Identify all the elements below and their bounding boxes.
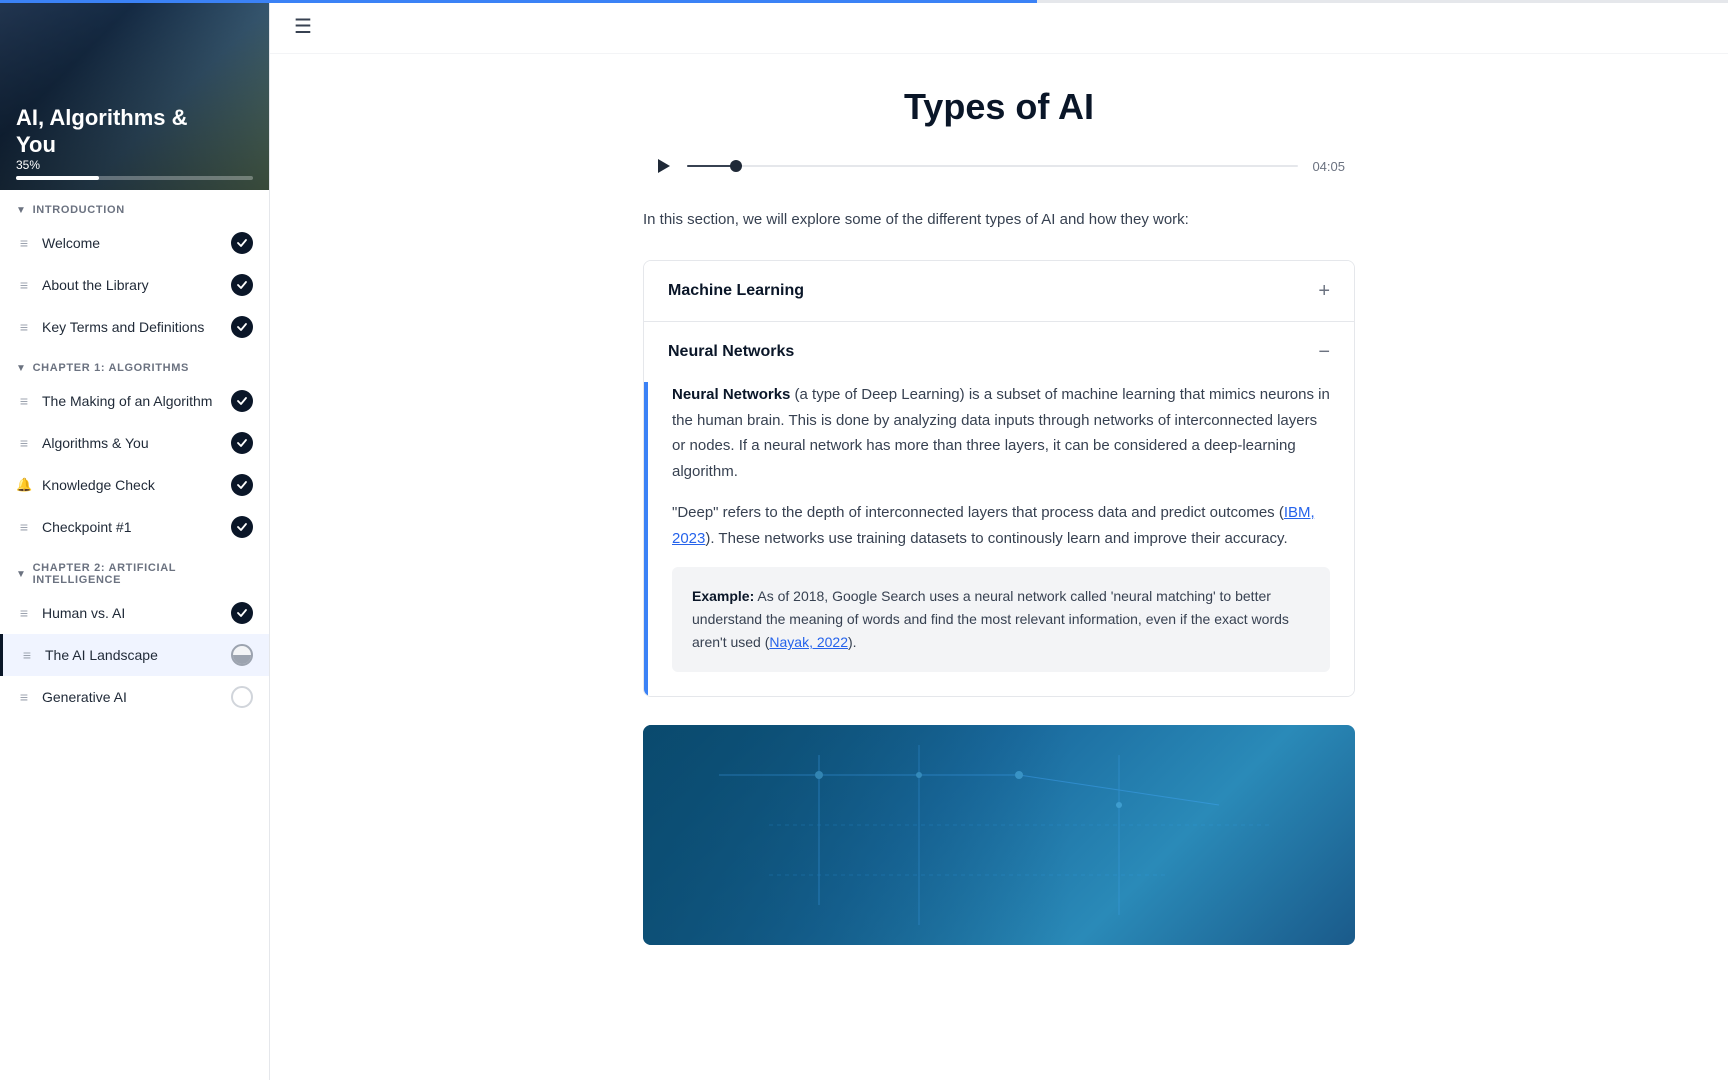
neural-networks-bold-term: Neural Networks — [672, 386, 790, 403]
audio-progress-container[interactable] — [687, 165, 1298, 167]
sidebar-section-chapter1[interactable]: ▼ CHAPTER 1: ALGORITHMS — [0, 348, 269, 380]
partial-check-icon — [231, 644, 253, 666]
menu-icon: ≡ — [16, 235, 32, 251]
sidebar-item-ai-landscape[interactable]: ≡ The AI Landscape — [0, 634, 269, 676]
top-progress-fill — [270, 0, 1037, 3]
example-text: Example: As of 2018, Google Search uses … — [692, 585, 1310, 654]
sidebar-course-title: AI, Algorithms & You — [16, 105, 188, 158]
sidebar-item-key-terms[interactable]: ≡ Key Terms and Definitions — [0, 306, 269, 348]
neural-networks-para-2: "Deep" refers to the depth of interconne… — [672, 500, 1330, 551]
audio-player[interactable]: 04:05 — [643, 156, 1355, 176]
page-title: Types of AI — [643, 86, 1355, 128]
accordion-title-neural-networks: Neural Networks — [668, 343, 794, 361]
accordion-title-machine-learning: Machine Learning — [668, 282, 804, 300]
chevron-down-icon: ▼ — [16, 363, 27, 374]
intro-text: In this section, we will explore some of… — [643, 208, 1355, 232]
accordion: Machine Learning + Neural Networks − Neu… — [643, 260, 1355, 697]
ibm-citation-link[interactable]: IBM, 2023 — [672, 504, 1315, 547]
accordion-item-machine-learning: Machine Learning + — [644, 261, 1354, 322]
sidebar-item-about-library[interactable]: ≡ About the Library — [0, 264, 269, 306]
sidebar-progress-bar-bg — [16, 176, 253, 180]
check-icon — [231, 232, 253, 254]
sidebar-section-introduction[interactable]: ▼ INTRODUCTION — [0, 190, 269, 222]
content-image — [643, 725, 1355, 945]
menu-icon: ≡ — [16, 689, 32, 705]
accordion-item-neural-networks: Neural Networks − Neural Networks (a typ… — [644, 322, 1354, 696]
check-icon — [231, 516, 253, 538]
audio-progress-thumb[interactable] — [730, 160, 742, 172]
check-icon — [231, 390, 253, 412]
sidebar-hero: AI, Algorithms & You 35% — [0, 0, 269, 190]
menu-icon: ≡ — [16, 519, 32, 535]
check-icon — [231, 474, 253, 496]
sidebar-progress-bar-fill — [16, 176, 99, 180]
accordion-header-machine-learning[interactable]: Machine Learning + — [644, 261, 1354, 321]
sidebar-item-generative-ai[interactable]: ≡ Generative AI — [0, 676, 269, 718]
menu-icon: ≡ — [16, 319, 32, 335]
content-body: Types of AI 04:05 In this section, we wi… — [619, 54, 1379, 1005]
chevron-down-icon: ▼ — [16, 569, 27, 580]
check-icon — [231, 274, 253, 296]
menu-icon: ≡ — [19, 647, 35, 663]
expand-icon: + — [1318, 281, 1330, 301]
sidebar-item-making-algorithm[interactable]: ≡ The Making of an Algorithm — [0, 380, 269, 422]
example-label: Example: — [692, 588, 754, 604]
neural-networks-para-1: Neural Networks (a type of Deep Learning… — [672, 382, 1330, 484]
sidebar: AI, Algorithms & You 35% ▼ INTRODUCTION … — [0, 0, 270, 1080]
check-icon — [231, 316, 253, 338]
accordion-body-neural-networks: Neural Networks (a type of Deep Learning… — [644, 382, 1354, 696]
nayak-citation-link[interactable]: Nayak, 2022 — [769, 634, 848, 650]
menu-icon: ≡ — [16, 435, 32, 451]
sidebar-item-human-vs-ai[interactable]: ≡ Human vs. AI — [0, 592, 269, 634]
chevron-down-icon: ▼ — [16, 205, 27, 216]
sidebar-item-checkpoint1[interactable]: ≡ Checkpoint #1 — [0, 506, 269, 548]
empty-check-icon — [231, 686, 253, 708]
topbar: ☰ — [270, 0, 1728, 54]
accordion-header-neural-networks[interactable]: Neural Networks − — [644, 322, 1354, 382]
top-progress-bar — [270, 0, 1728, 3]
main-content-area: ☰ Types of AI 04:05 In this section, we … — [270, 0, 1728, 1080]
hamburger-icon[interactable]: ☰ — [294, 14, 312, 39]
sidebar-progress: 35% — [16, 158, 253, 180]
sidebar-item-algorithms-you[interactable]: ≡ Algorithms & You — [0, 422, 269, 464]
audio-progress-fill — [687, 165, 736, 167]
audio-progress-track[interactable] — [687, 165, 1298, 167]
check-icon — [231, 432, 253, 454]
menu-icon: ≡ — [16, 277, 32, 293]
play-button[interactable] — [653, 156, 673, 176]
example-box: Example: As of 2018, Google Search uses … — [672, 567, 1330, 672]
sidebar-section-chapter2[interactable]: ▼ CHAPTER 2: ARTIFICIAL INTELLIGENCE — [0, 548, 269, 592]
menu-icon: ≡ — [16, 605, 32, 621]
sidebar-progress-label: 35% — [16, 158, 253, 172]
audio-time: 04:05 — [1312, 159, 1345, 174]
bell-icon: 🔔 — [16, 477, 32, 493]
sidebar-item-knowledge-check[interactable]: 🔔 Knowledge Check — [0, 464, 269, 506]
check-icon — [231, 602, 253, 624]
collapse-icon: − — [1318, 342, 1330, 362]
menu-icon: ≡ — [16, 393, 32, 409]
sidebar-item-welcome[interactable]: ≡ Welcome — [0, 222, 269, 264]
